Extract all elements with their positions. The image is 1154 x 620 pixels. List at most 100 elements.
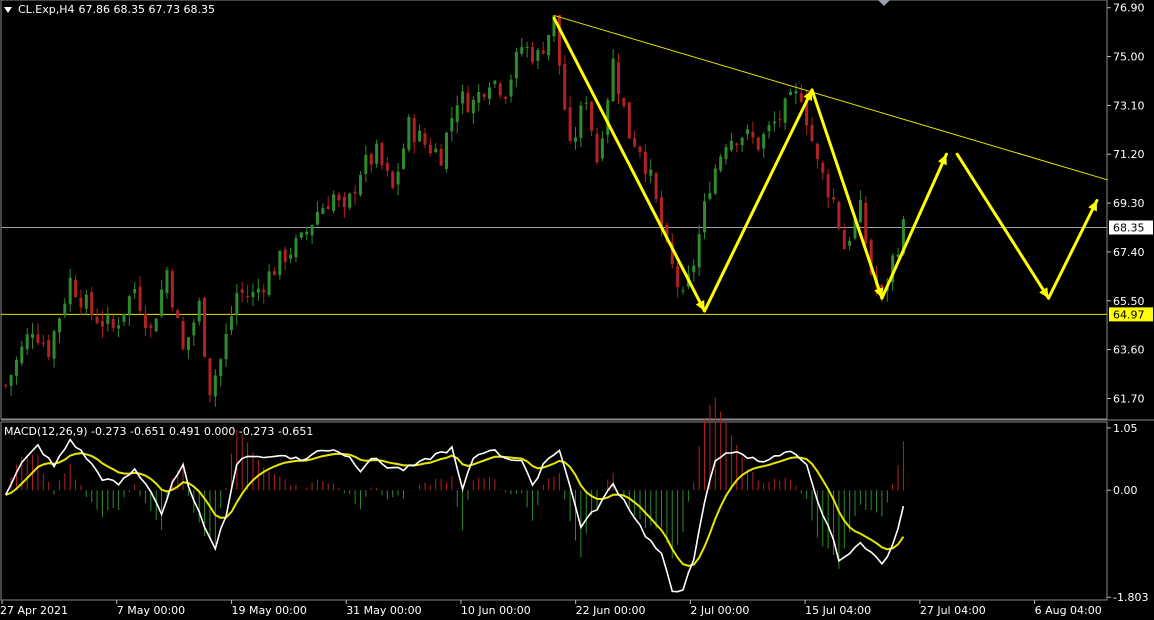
candle-body [617,62,621,95]
candle-body [154,318,158,332]
candle-body [579,105,583,139]
time-axis-label: 7 May 00:00 [117,604,185,617]
candle-body [815,143,819,160]
candle-body [133,288,137,294]
candle-body [36,334,40,343]
candle-body [654,173,658,200]
candle-body [246,296,250,298]
price-axis-label: 75.00 [1113,51,1145,64]
descending-trendline [553,14,1108,181]
candle-body [794,91,798,94]
candle-body [864,202,868,244]
candle-body [213,375,217,397]
time-axis-label: 10 Jun 00:00 [461,604,531,617]
macd-axis-label: 1.05 [1113,422,1138,435]
candle-body [746,129,750,135]
candle-body [342,196,346,207]
candle-body [348,193,352,208]
macd-signal-line [5,452,905,567]
candle-body [487,87,491,99]
candle-body [321,207,325,214]
candle-body [444,132,448,169]
candle-body [170,271,174,308]
candle-body [547,34,551,56]
dropdown-triangle-icon[interactable] [4,6,12,13]
candle-body [557,14,561,66]
candle-body [595,133,599,163]
candle-body [138,286,142,312]
candle-body [498,83,502,96]
candle-body [31,333,35,338]
price-axis-label: 69.30 [1113,197,1145,210]
current-price-tag-text: 68.35 [1113,221,1145,234]
time-axis-label: 2 Jul 00:00 [690,604,749,617]
candle-body [315,211,319,225]
candle-body [219,359,223,377]
price-panel-frame [0,0,1108,420]
candle-body [692,265,696,273]
candle-body [100,320,104,327]
candle-body [418,130,422,142]
candle-body [735,143,739,146]
candle-body [385,163,389,171]
candle-body [79,297,83,308]
price-axis-label: 73.10 [1113,99,1145,112]
candle-body [192,322,196,336]
candle-body [848,241,852,246]
candle-body [272,271,276,276]
price-axis-label: 61.70 [1113,392,1145,405]
candle-body [842,230,846,250]
macd-panel-frame [0,421,1108,601]
candle-body [627,102,631,139]
candle-body [681,290,685,292]
candle-body [493,80,497,84]
candle-body [235,293,239,315]
candle-body [14,359,18,376]
candle-body [708,193,712,200]
candle-body [20,346,24,364]
candle-body [719,156,723,171]
projection-arrow-shaft [1047,199,1099,300]
candle-body [584,102,588,104]
price-axis-label: 63.60 [1113,344,1145,357]
candle-body [299,232,303,238]
scroll-marker-icon[interactable] [878,0,890,6]
candle-body [203,297,207,357]
candle-body [767,125,771,132]
candle-body [514,51,518,79]
candle-body [240,289,244,293]
candle-body [783,98,787,123]
price-chart[interactable]: 76.90 75.00 73.10 71.20 69.30 67.40 65.50 63.60… [0,0,1154,620]
chart-header: CL.Exp,H4 67.86 68.35 67.73 68.35 [4,3,215,16]
projection-arrow-shaft [552,16,707,313]
candle-body [9,375,13,386]
candle-body [224,333,228,360]
candle-body [391,171,395,188]
candle-body [25,334,29,350]
candle-body [821,162,825,173]
candle-body [106,315,110,324]
candle-body [278,250,282,276]
candle-body [337,194,341,201]
candle-body [832,197,836,200]
ohlc-values: 67.86 68.35 67.73 68.35 [78,3,215,16]
support-price-tag-text: 64.97 [1113,308,1145,321]
candle-body [412,118,416,143]
candle-body [536,50,540,61]
candle-body [176,310,180,319]
candle-body [122,313,126,322]
candle-body [729,140,733,150]
candle-body [724,146,728,160]
price-axis-label: 71.20 [1113,148,1145,161]
candle-body [697,234,701,268]
candle-body [127,296,131,315]
candle-body [57,318,61,333]
candle-body [509,79,513,97]
candle-body [68,277,72,305]
candle-body [434,148,438,153]
candle-body [256,288,260,293]
candle-body [858,199,862,223]
time-axis-label: 19 May 00:00 [231,604,306,617]
price-axis-label: 67.40 [1113,246,1145,259]
macd-indicator-label: MACD(12,26,9) -0.273 -0.651 0.491 0.000 … [4,425,314,438]
